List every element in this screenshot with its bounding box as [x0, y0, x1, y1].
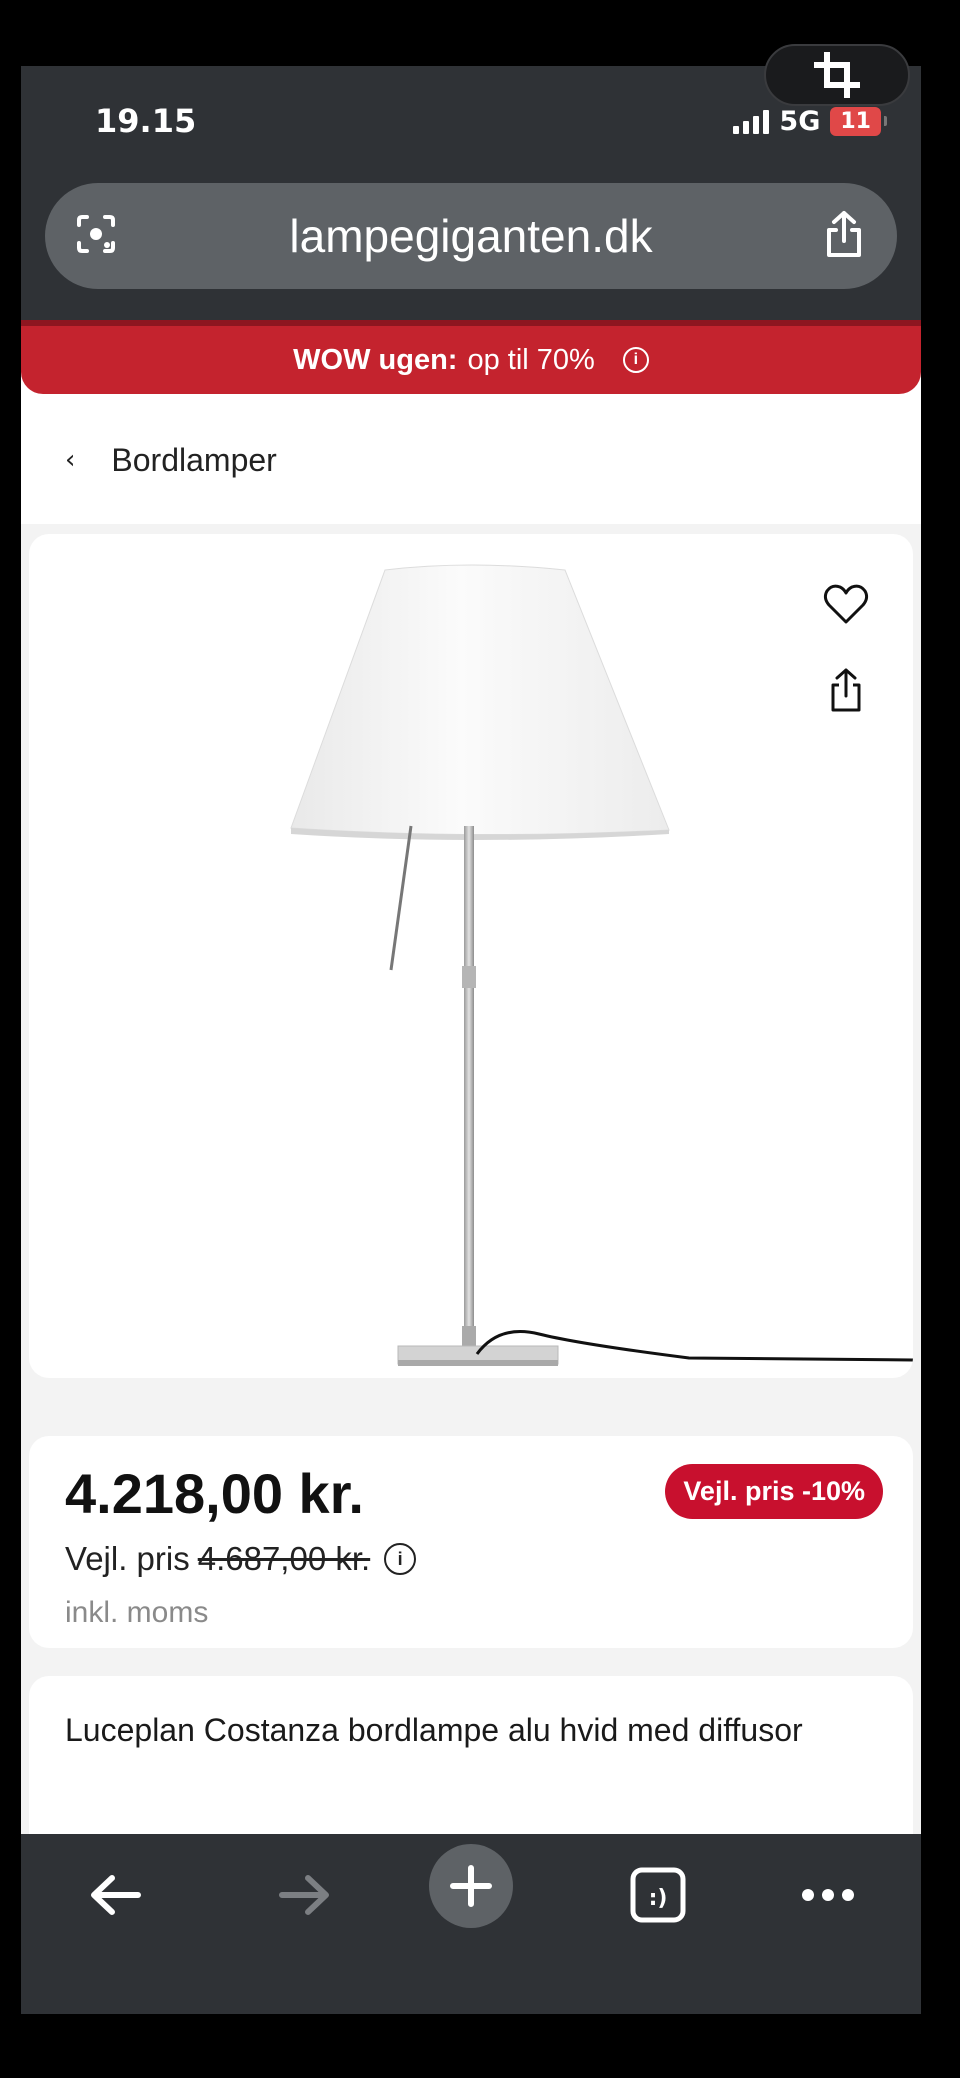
- info-icon[interactable]: i: [384, 1543, 417, 1575]
- rrp-label: Vejl. pris: [65, 1540, 190, 1577]
- phone-screen: 19.15 5G 11 lampegiganten.dk WOW ugen: o…: [21, 66, 921, 2014]
- promo-banner[interactable]: WOW ugen: op til 70% i: [21, 320, 921, 394]
- browser-bottom-bar: :): [21, 1834, 921, 2014]
- breadcrumb-link[interactable]: Bordlamper: [111, 442, 276, 479]
- heart-icon[interactable]: [821, 580, 871, 630]
- crop-icon: [814, 52, 860, 98]
- rrp-row: Vejl. pris 4.687,00 kr. i: [65, 1540, 913, 1578]
- product-image-card[interactable]: [29, 534, 913, 1378]
- share-icon[interactable]: [821, 209, 867, 261]
- crop-button[interactable]: [764, 44, 910, 106]
- battery-icon: 11: [830, 107, 887, 136]
- address-bar[interactable]: lampegiganten.dk: [45, 183, 897, 289]
- status-indicators: 5G 11: [733, 106, 887, 137]
- signal-icon: [733, 109, 770, 134]
- rrp-old-price: 4.687,00 kr.: [197, 1540, 371, 1577]
- product-image[interactable]: [29, 534, 913, 1378]
- price-card: 4.218,00 kr. Vejl. pris 4.687,00 kr. i i…: [29, 1436, 913, 1648]
- share-icon[interactable]: [821, 666, 871, 716]
- info-icon[interactable]: i: [622, 347, 649, 373]
- url-text[interactable]: lampegiganten.dk: [289, 209, 652, 263]
- promo-text: op til 70%: [467, 343, 595, 376]
- forward-arrow-icon[interactable]: [259, 1850, 349, 1940]
- product-title: Luceplan Costanza bordlampe alu hvid med…: [65, 1712, 803, 1748]
- tabs-icon[interactable]: :): [613, 1850, 703, 1940]
- promo-title: WOW ugen:: [293, 343, 458, 376]
- new-tab-plus-icon[interactable]: [429, 1844, 513, 1928]
- chevron-left-icon[interactable]: ‹: [65, 445, 75, 475]
- back-arrow-icon[interactable]: [71, 1850, 161, 1940]
- vat-note: inkl. moms: [65, 1596, 209, 1629]
- discount-badge: Vejl. pris -10%: [665, 1464, 883, 1519]
- more-icon[interactable]: [783, 1850, 873, 1940]
- breadcrumb[interactable]: ‹ Bordlamper: [21, 396, 921, 524]
- network-label: 5G: [779, 106, 821, 137]
- status-time: 19.15: [95, 102, 197, 140]
- tabs-label: :): [649, 1886, 668, 1911]
- camera-search-icon[interactable]: [71, 209, 121, 259]
